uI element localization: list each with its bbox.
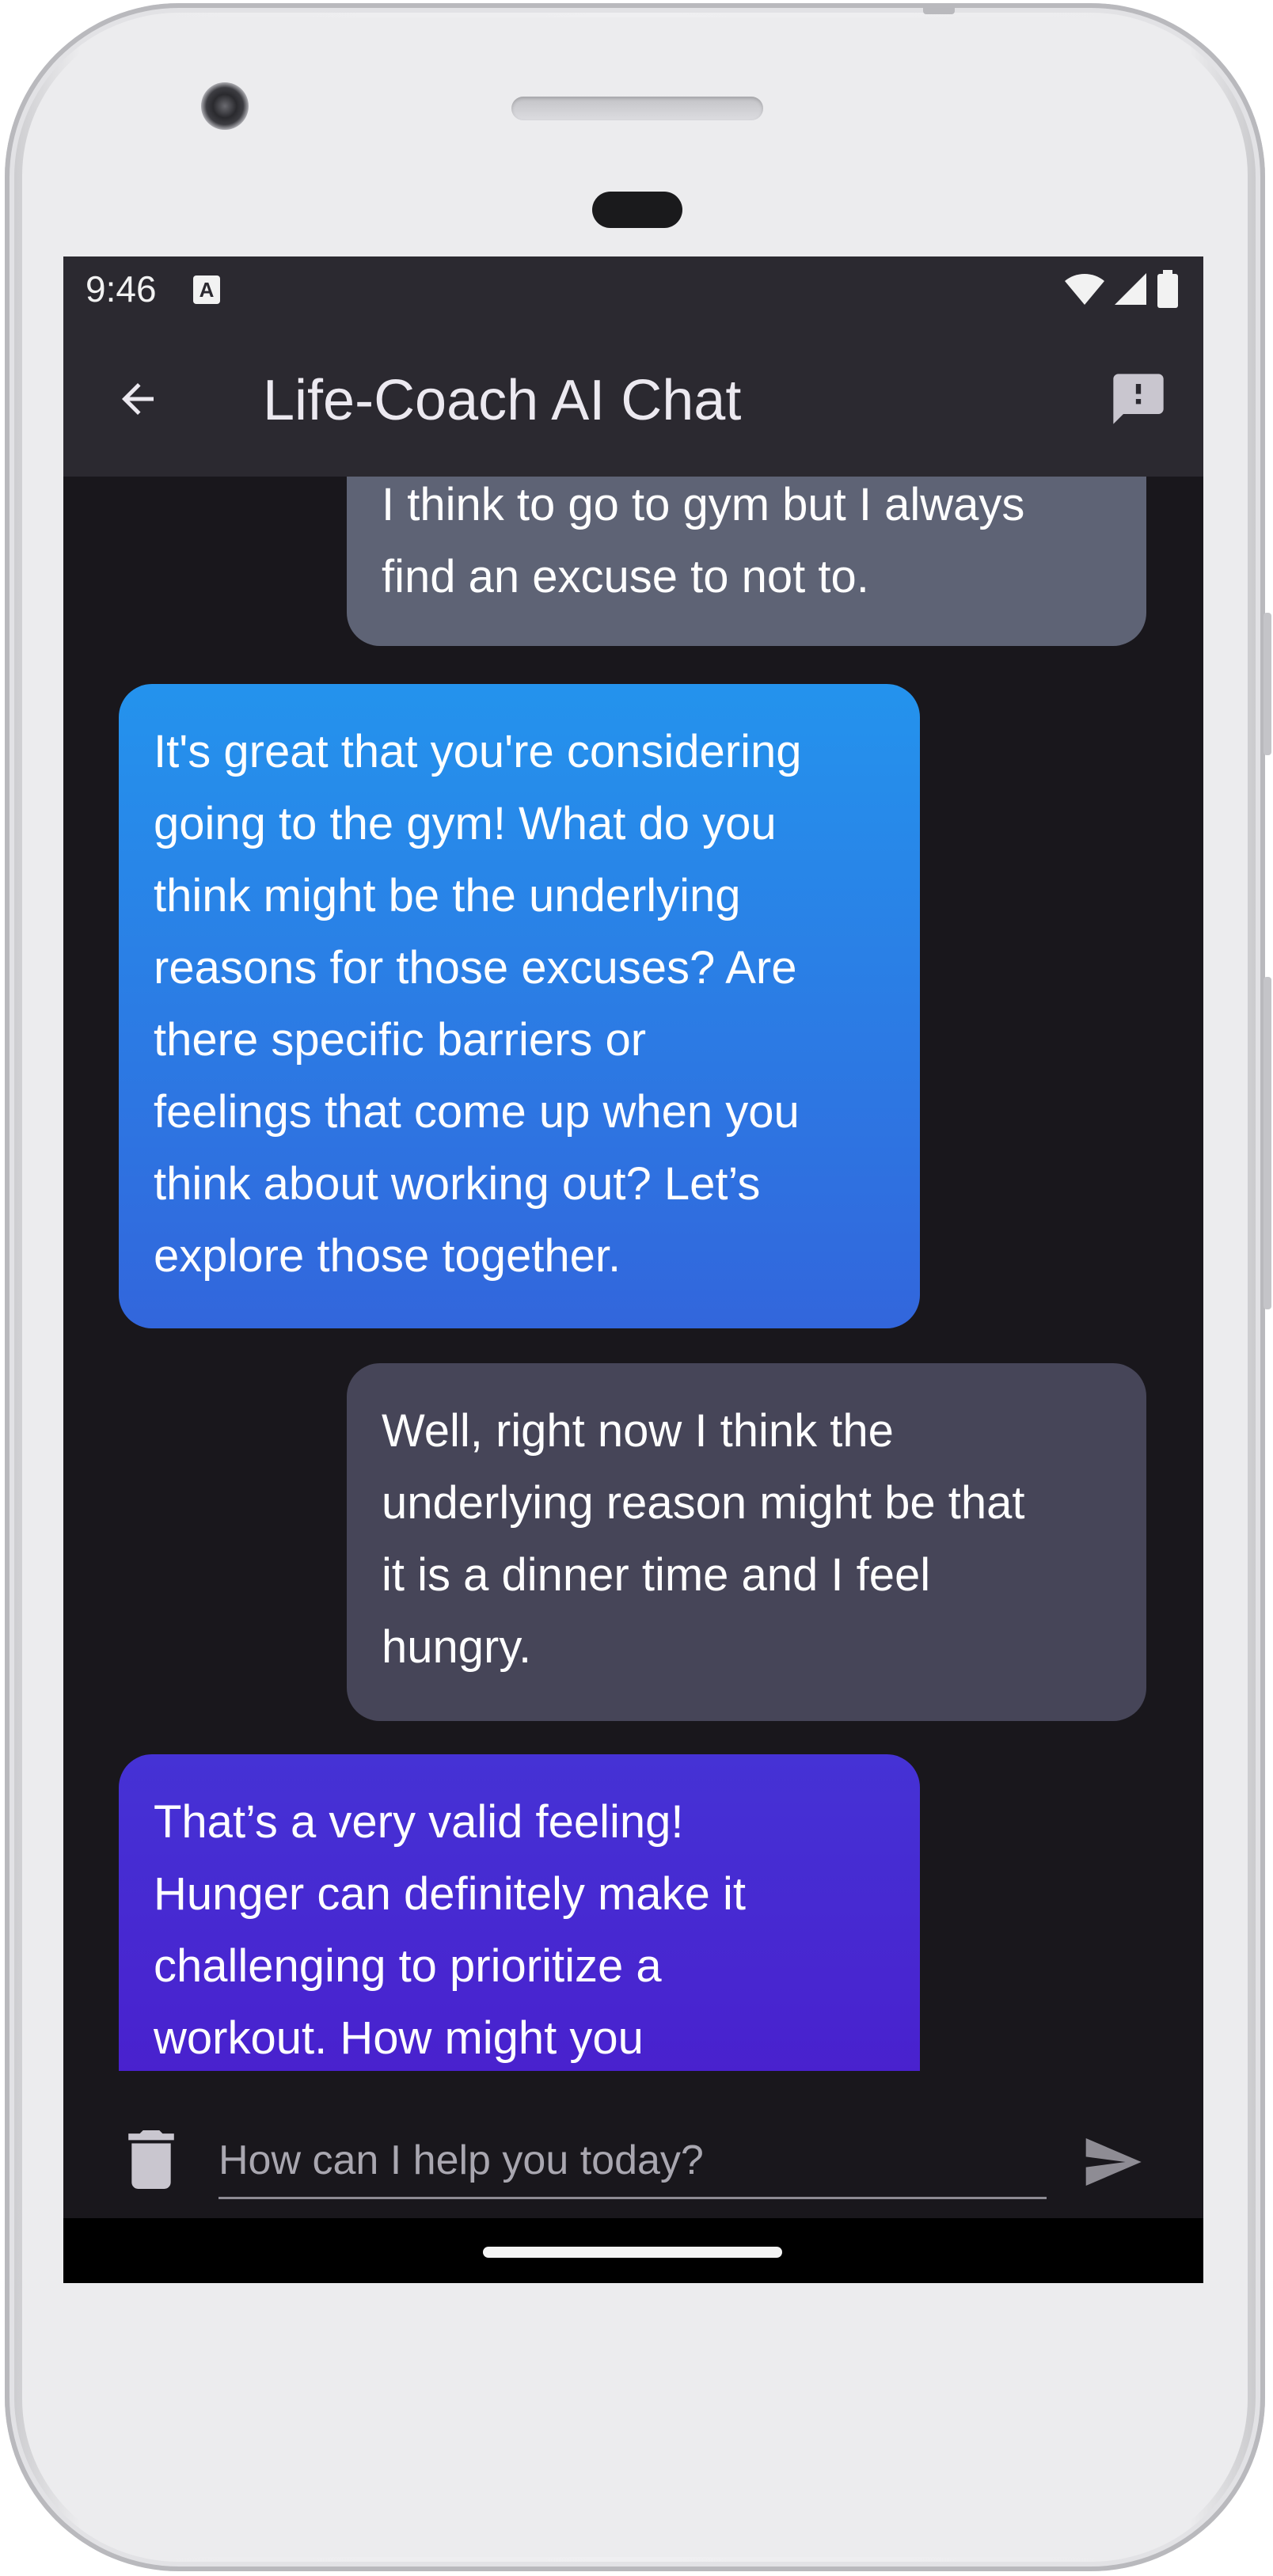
chat-message-list[interactable]: I think to go to gym but I always find a… bbox=[63, 477, 1203, 2071]
phone-volume-button bbox=[1264, 977, 1271, 1309]
feedback-icon bbox=[1113, 374, 1164, 424]
front-camera bbox=[201, 82, 249, 130]
user-message-bubble: Well, right now I think the underlying r… bbox=[347, 1363, 1146, 1721]
battery-icon bbox=[1157, 270, 1178, 308]
assistant-message-bubble: It's great that you're considering going… bbox=[119, 684, 920, 1328]
app-bar: Life-Coach AI Chat bbox=[63, 321, 1203, 477]
message-input[interactable] bbox=[218, 2123, 1047, 2199]
back-button[interactable] bbox=[108, 369, 168, 429]
device-screen: 9:46 A Life-Coach AI Chat I think to go … bbox=[63, 256, 1203, 2283]
signal-icon bbox=[1115, 273, 1146, 305]
status-bar: 9:46 A bbox=[63, 256, 1203, 321]
arrow-back-icon bbox=[122, 383, 154, 415]
proximity-sensor bbox=[592, 192, 682, 228]
system-navigation-bar bbox=[63, 2218, 1203, 2283]
status-time: 9:46 bbox=[86, 268, 157, 310]
send-button[interactable] bbox=[1077, 2126, 1148, 2198]
phone-top-button bbox=[923, 3, 955, 14]
earpiece-speaker bbox=[511, 97, 763, 120]
wifi-icon bbox=[1065, 274, 1104, 305]
user-message-bubble: I think to go to gym but I always find a… bbox=[347, 477, 1146, 646]
feedback-button[interactable] bbox=[1107, 367, 1170, 431]
clear-chat-button[interactable] bbox=[124, 2128, 179, 2191]
send-icon bbox=[1085, 2138, 1142, 2186]
status-icons bbox=[1064, 269, 1180, 309]
page-title: Life-Coach AI Chat bbox=[263, 369, 742, 432]
assistant-message-bubble: That’s a very valid feeling! Hunger can … bbox=[119, 1754, 920, 2071]
phone-power-button bbox=[1264, 613, 1271, 755]
home-indicator[interactable] bbox=[483, 2247, 782, 2258]
notification-a-icon: A bbox=[193, 275, 220, 304]
trash-icon bbox=[128, 2130, 174, 2189]
